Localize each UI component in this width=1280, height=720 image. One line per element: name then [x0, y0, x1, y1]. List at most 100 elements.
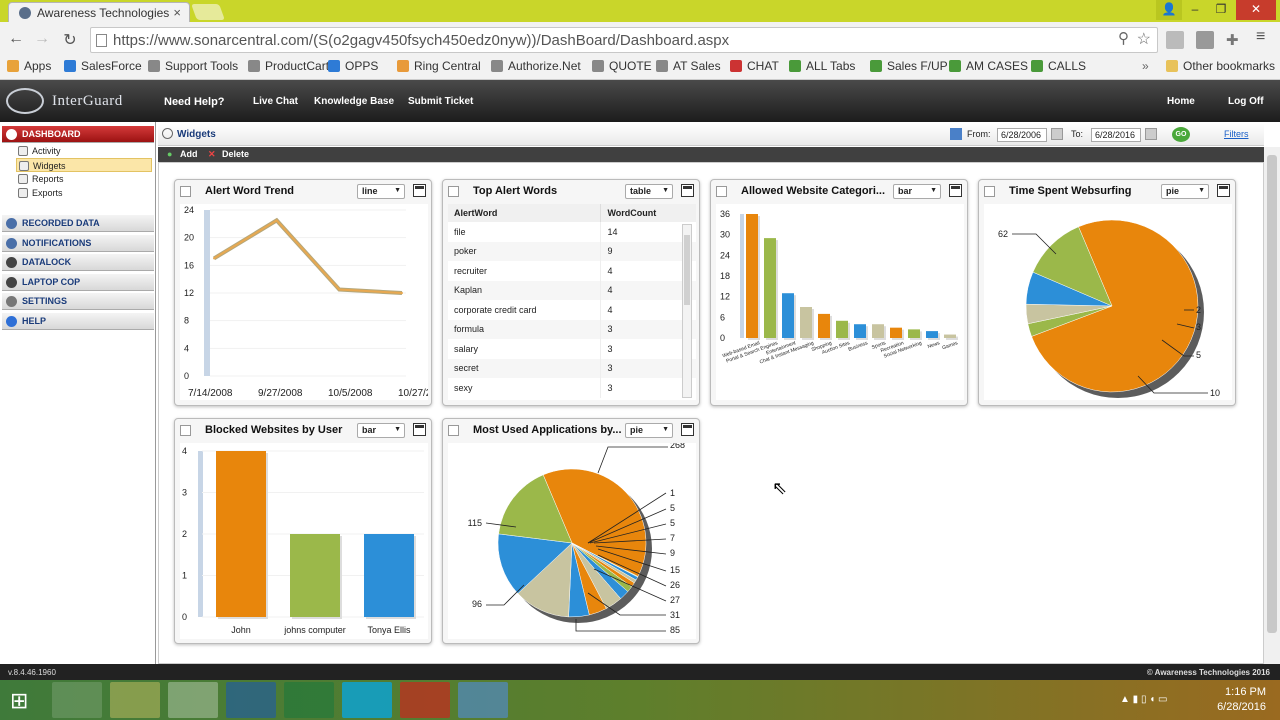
- extension-pocket-icon[interactable]: [1196, 31, 1214, 49]
- bookmark-salesforce[interactable]: SalesForce: [64, 59, 142, 73]
- bookmark-support-tools[interactable]: Support Tools: [148, 59, 238, 73]
- tray-icons[interactable]: ▲ ▮ ▯ ◖ ▭: [1120, 694, 1168, 705]
- home-link[interactable]: Home: [1167, 96, 1195, 107]
- live-chat-link[interactable]: Live Chat: [253, 96, 298, 107]
- bookmark-ring-central[interactable]: Ring Central: [397, 59, 481, 73]
- star-icon[interactable]: ☆: [1137, 29, 1151, 49]
- bookmark-opps[interactable]: OPPS: [328, 59, 378, 73]
- screen-recorder-icon[interactable]: [400, 682, 450, 718]
- bookmarks-overflow-icon[interactable]: »: [1142, 59, 1149, 73]
- table-row[interactable]: poker 9: [448, 241, 696, 261]
- table-row[interactable]: salary 3: [448, 339, 696, 359]
- column-header-alertword[interactable]: AlertWord: [448, 204, 602, 222]
- extension-g-icon[interactable]: [1166, 31, 1184, 49]
- from-date-input[interactable]: 6/28/2006: [997, 128, 1047, 142]
- widget-checkbox[interactable]: [716, 186, 727, 197]
- back-icon[interactable]: ←: [6, 30, 26, 48]
- chrome-icon[interactable]: [168, 682, 218, 718]
- column-header-wordcount[interactable]: WordCount: [601, 204, 696, 222]
- sidebar-dashboard[interactable]: DASHBOARD: [2, 126, 154, 143]
- logoff-link[interactable]: Log Off: [1228, 96, 1264, 107]
- maximize-icon[interactable]: [949, 184, 962, 197]
- maximize-icon[interactable]: [413, 423, 426, 436]
- sidebar-item-activity[interactable]: Activity: [16, 144, 152, 158]
- chart-type-select[interactable]: bar: [893, 184, 941, 199]
- bookmark-calls[interactable]: CALLS: [1031, 59, 1086, 73]
- table-scrollbar[interactable]: [682, 224, 692, 398]
- sidebar-item-exports[interactable]: Exports: [16, 186, 152, 200]
- puzzle-icon[interactable]: ✚: [1226, 31, 1244, 49]
- widget-checkbox[interactable]: [180, 186, 191, 197]
- table-row[interactable]: Kaplan 4: [448, 280, 696, 300]
- forward-icon[interactable]: →: [32, 30, 52, 48]
- bookmark-at-sales[interactable]: AT Sales: [656, 59, 721, 73]
- maximize-icon[interactable]: [681, 184, 694, 197]
- new-tab-button[interactable]: [191, 4, 225, 20]
- url-input[interactable]: https://www.sonarcentral.com/(S(o2gagv45…: [90, 27, 1158, 53]
- bookmark-all-tabs[interactable]: ALL Tabs: [789, 59, 855, 73]
- browser-tab[interactable]: Awareness Technologies ×: [8, 2, 190, 22]
- table-row[interactable]: sexy 3: [448, 378, 696, 398]
- file-explorer-icon[interactable]: [110, 682, 160, 718]
- sidebar-section-recorded-data[interactable]: RECORDED DATA: [2, 215, 154, 232]
- skype-icon[interactable]: [342, 682, 392, 718]
- bookmark-quote[interactable]: QUOTE: [592, 59, 652, 73]
- chart-type-select[interactable]: bar: [357, 423, 405, 438]
- widget-checkbox[interactable]: [448, 186, 459, 197]
- knowledge-base-link[interactable]: Knowledge Base: [314, 96, 394, 107]
- widget-checkbox[interactable]: [984, 186, 995, 197]
- sidebar-section-settings[interactable]: SETTINGS: [2, 293, 154, 310]
- table-row[interactable]: secret 3: [448, 358, 696, 378]
- close-tab-icon[interactable]: ×: [173, 5, 181, 20]
- need-help-link[interactable]: Need Help?: [164, 96, 225, 108]
- restore-button[interactable]: ❐: [1208, 0, 1234, 20]
- table-row[interactable]: recruiter 4: [448, 261, 696, 281]
- sidebar-item-reports[interactable]: Reports: [16, 172, 152, 186]
- chart-type-select[interactable]: pie: [1161, 184, 1209, 199]
- profile-icon[interactable]: 👤: [1156, 0, 1182, 20]
- page-scrollbar[interactable]: [1264, 147, 1280, 664]
- outlook-icon[interactable]: [226, 682, 276, 718]
- sidebar-item-widgets[interactable]: Widgets: [16, 158, 152, 172]
- filters-link[interactable]: Filters: [1224, 129, 1249, 139]
- submit-ticket-link[interactable]: Submit Ticket: [408, 96, 473, 107]
- bookmark-authorize-net[interactable]: Authorize.Net: [491, 59, 581, 73]
- bookmark-chat[interactable]: CHAT: [730, 59, 779, 73]
- bookmark-productcart[interactable]: ProductCart: [248, 59, 329, 73]
- clock-date[interactable]: 6/28/2016: [1204, 701, 1266, 713]
- minimize-button[interactable]: –: [1182, 0, 1208, 20]
- bookmark-apps[interactable]: Apps: [7, 59, 51, 73]
- reload-icon[interactable]: ↻: [60, 30, 80, 50]
- widget-checkbox[interactable]: [180, 425, 191, 436]
- chart-type-select[interactable]: pie: [625, 423, 673, 438]
- bookmark-am-cases[interactable]: AM CASES: [949, 59, 1028, 73]
- menu-icon[interactable]: ≡: [1256, 28, 1265, 46]
- sidebar-section-help[interactable]: HELP: [2, 313, 154, 330]
- add-button[interactable]: Add: [180, 149, 198, 159]
- table-row[interactable]: corporate credit card 4: [448, 300, 696, 320]
- excel-icon[interactable]: [284, 682, 334, 718]
- sidebar-section-laptop-cop[interactable]: LAPTOP COP: [2, 274, 154, 291]
- clock-time[interactable]: 1:16 PM: [1212, 686, 1266, 698]
- calculator-icon[interactable]: [52, 682, 102, 718]
- table-row[interactable]: formula 3: [448, 319, 696, 339]
- chart-type-select[interactable]: line: [357, 184, 405, 199]
- sidebar-section-datalock[interactable]: DATALOCK: [2, 254, 154, 271]
- to-date-input[interactable]: 6/28/2016: [1091, 128, 1141, 142]
- maximize-icon[interactable]: [681, 423, 694, 436]
- sidebar-section-notifications[interactable]: NOTIFICATIONS: [2, 235, 154, 252]
- go-button[interactable]: GO: [1172, 127, 1190, 142]
- from-calendar-icon[interactable]: [1051, 128, 1063, 140]
- windows-start-icon[interactable]: ⊞: [10, 688, 28, 714]
- snowflake-app-icon[interactable]: [458, 682, 508, 718]
- other-bookmarks[interactable]: Other bookmarks: [1166, 59, 1275, 73]
- table-row[interactable]: file 14: [448, 222, 696, 242]
- bookmark-sales-f-up[interactable]: Sales F/UP: [870, 59, 948, 73]
- maximize-icon[interactable]: [413, 184, 426, 197]
- close-window-button[interactable]: ✕: [1236, 0, 1276, 20]
- maximize-icon[interactable]: [1217, 184, 1230, 197]
- to-calendar-icon[interactable]: [1145, 128, 1157, 140]
- widget-checkbox[interactable]: [448, 425, 459, 436]
- delete-button[interactable]: Delete: [222, 149, 249, 159]
- chart-type-select[interactable]: table: [625, 184, 673, 199]
